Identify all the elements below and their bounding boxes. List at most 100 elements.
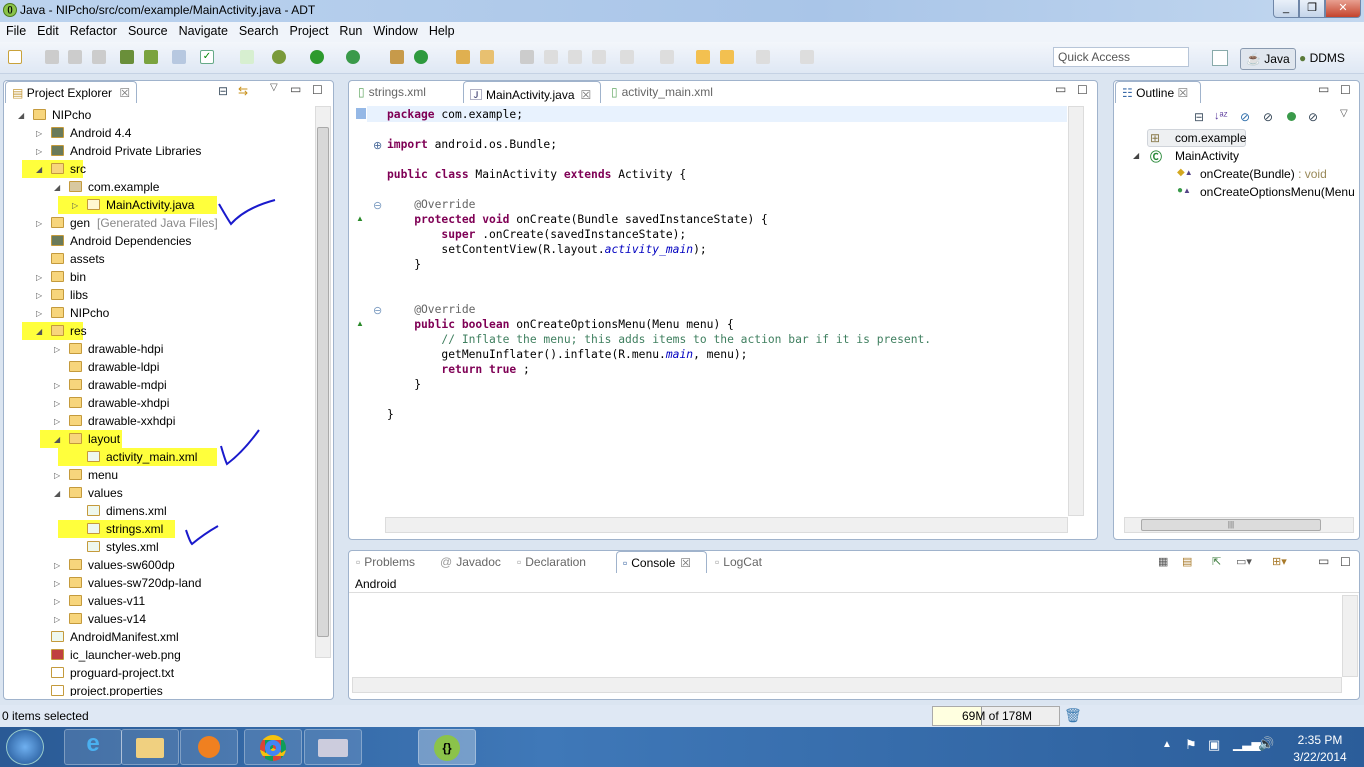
next-annotation-icon[interactable] bbox=[620, 50, 634, 64]
clear-console-icon[interactable]: ▦ bbox=[1158, 555, 1168, 568]
collapsed-twisty-icon[interactable]: ▷ bbox=[54, 467, 60, 485]
expanded-twisty-icon[interactable]: ◢ bbox=[1133, 151, 1139, 160]
outline-minimize-icon[interactable]: ▭ bbox=[1318, 82, 1329, 96]
open-console-icon[interactable]: ⊞▾ bbox=[1272, 555, 1287, 568]
editor-vertical-scrollbar[interactable] bbox=[1068, 106, 1084, 516]
tree-item[interactable]: AndroidManifest.xml bbox=[4, 628, 314, 646]
open-perspective-icon[interactable] bbox=[1212, 50, 1228, 66]
tree-item[interactable]: ◢ com.example bbox=[4, 178, 314, 196]
view-menu-icon[interactable]: ▽ bbox=[1340, 108, 1348, 119]
tree-item[interactable]: ▷ values-sw720dp-land bbox=[4, 574, 314, 592]
adt-taskbar-icon[interactable]: {} bbox=[418, 729, 476, 765]
collapsed-twisty-icon[interactable]: ▷ bbox=[36, 143, 42, 161]
tab-activity_main-xml[interactable]: ▯ activity_main.xml bbox=[605, 81, 754, 103]
tab-project-explorer[interactable]: ▤ Project Explorer ☒ bbox=[5, 81, 137, 103]
new-icon[interactable] bbox=[8, 50, 22, 64]
tree-item[interactable]: ◢ layout bbox=[4, 430, 314, 448]
collapsed-twisty-icon[interactable]: ▷ bbox=[36, 269, 42, 287]
tree-item[interactable]: ◢ values bbox=[4, 484, 314, 502]
collapsed-twisty-icon[interactable]: ▷ bbox=[54, 575, 60, 593]
debug-icon[interactable] bbox=[272, 50, 286, 64]
tab-problems[interactable]: ▫ Problems bbox=[350, 551, 432, 573]
perspective-ddms[interactable]: ● DDMS bbox=[1294, 48, 1350, 70]
tree-item[interactable]: ▷ drawable-hdpi bbox=[4, 340, 314, 358]
heap-status[interactable]: 69M of 178M bbox=[932, 706, 1060, 726]
keyboard-taskbar-icon[interactable] bbox=[304, 729, 362, 765]
expand-import-icon[interactable]: ⊕ bbox=[373, 139, 382, 152]
print-icon[interactable] bbox=[92, 50, 106, 64]
hide-fields-icon[interactable]: ⊘ bbox=[1240, 110, 1250, 124]
collapsed-twisty-icon[interactable]: ▷ bbox=[54, 557, 60, 575]
tab-mainactivity-java[interactable]: 🄹 MainActivity.java ☒ bbox=[463, 81, 601, 103]
tab-strings-xml[interactable]: ▯ strings.xml bbox=[352, 81, 459, 103]
collapsed-twisty-icon[interactable]: ▷ bbox=[54, 413, 60, 431]
run-icon[interactable] bbox=[310, 50, 324, 64]
collapsed-twisty-icon[interactable]: ▷ bbox=[54, 611, 60, 629]
editor-horizontal-scrollbar[interactable] bbox=[385, 517, 1068, 533]
menu-run[interactable]: Run bbox=[333, 22, 367, 38]
expanded-twisty-icon[interactable]: ◢ bbox=[18, 107, 24, 125]
menu-edit[interactable]: Edit bbox=[31, 22, 64, 38]
tree-item[interactable]: styles.xml bbox=[4, 538, 314, 556]
fold-icon[interactable]: ⊖ bbox=[373, 304, 382, 317]
expanded-twisty-icon[interactable]: ◢ bbox=[36, 161, 42, 179]
outline-item-method[interactable]: onCreate(Bundle) : void bbox=[1200, 167, 1327, 181]
tree-item[interactable]: ▷ values-v14 bbox=[4, 610, 314, 628]
pin-editor-icon[interactable] bbox=[800, 50, 814, 64]
external-tools-icon[interactable] bbox=[346, 50, 360, 64]
hide-non-public-icon[interactable] bbox=[1287, 112, 1296, 121]
tree-item[interactable]: ◢ NIPcho bbox=[4, 106, 314, 124]
close-icon[interactable]: ☒ bbox=[680, 556, 691, 570]
tree-item[interactable]: ▷ values-v11 bbox=[4, 592, 314, 610]
open-type-icon[interactable] bbox=[456, 50, 470, 64]
new-android-xml-icon[interactable] bbox=[240, 50, 254, 64]
media-player-taskbar-icon[interactable] bbox=[180, 729, 238, 765]
annotation-icon[interactable] bbox=[544, 50, 558, 64]
expanded-twisty-icon[interactable]: ◢ bbox=[54, 431, 60, 449]
save-all-icon[interactable] bbox=[68, 50, 82, 64]
previous-annotation-icon[interactable] bbox=[660, 50, 674, 64]
tree-item[interactable]: project.properties bbox=[4, 682, 314, 696]
close-button[interactable]: ✕ bbox=[1325, 0, 1361, 18]
hide-static-icon[interactable]: ⊘ bbox=[1263, 110, 1273, 124]
tree-item[interactable]: ▷ Android Private Libraries bbox=[4, 142, 314, 160]
maximize-icon[interactable]: ☐ bbox=[312, 83, 323, 97]
chrome-taskbar-icon[interactable] bbox=[244, 729, 302, 765]
last-edit-icon[interactable] bbox=[696, 50, 710, 64]
outline-item-method[interactable]: onCreateOptionsMenu(Menu bbox=[1200, 185, 1355, 199]
close-icon[interactable]: ☒ bbox=[581, 88, 592, 102]
collapsed-twisty-icon[interactable]: ▷ bbox=[36, 305, 42, 323]
collapsed-twisty-icon[interactable]: ▷ bbox=[36, 215, 42, 233]
close-icon[interactable]: ☒ bbox=[1177, 86, 1188, 100]
tree-item[interactable]: strings.xml bbox=[4, 520, 314, 538]
tree-item[interactable]: ▷ drawable-xhdpi bbox=[4, 394, 314, 412]
expanded-twisty-icon[interactable]: ◢ bbox=[54, 179, 60, 197]
network-icon[interactable]: ▁▃▅ bbox=[1233, 737, 1261, 751]
tab-outline[interactable]: ☷ Outline ☒ bbox=[1115, 81, 1201, 103]
sdk-manager-icon[interactable] bbox=[120, 50, 134, 64]
collapse-all-icon[interactable]: ⊟ bbox=[1194, 110, 1204, 124]
tree-item[interactable]: ▷ drawable-mdpi bbox=[4, 376, 314, 394]
tree-item[interactable]: ic_launcher-web.png bbox=[4, 646, 314, 664]
pin-console-icon[interactable]: ⇱ bbox=[1212, 555, 1221, 568]
tab-declaration[interactable]: ▫ Declaration bbox=[511, 551, 614, 573]
outline-horizontal-scrollbar[interactable]: ||| bbox=[1124, 517, 1354, 533]
expanded-twisty-icon[interactable]: ◢ bbox=[36, 323, 42, 341]
lint-icon[interactable] bbox=[172, 50, 186, 64]
quick-access-input[interactable]: Quick Access bbox=[1053, 47, 1189, 67]
checkbox-icon[interactable]: ✓ bbox=[200, 50, 214, 64]
collapsed-twisty-icon[interactable]: ▷ bbox=[54, 341, 60, 359]
editor-maximize-icon[interactable]: ☐ bbox=[1077, 83, 1088, 97]
file-explorer-taskbar-icon[interactable] bbox=[121, 729, 179, 765]
menu-source[interactable]: Source bbox=[122, 22, 173, 38]
hide-local-types-icon[interactable]: ⊘ bbox=[1308, 110, 1318, 124]
collapsed-twisty-icon[interactable]: ▷ bbox=[36, 125, 42, 143]
collapse-all-icon[interactable]: ⊟ bbox=[218, 84, 228, 98]
tab-logcat[interactable]: ▫ LogCat bbox=[709, 551, 777, 573]
new-class-icon[interactable] bbox=[414, 50, 428, 64]
tree-item[interactable]: ▷ bin bbox=[4, 268, 314, 286]
scrollbar-thumb[interactable]: ||| bbox=[1141, 519, 1321, 531]
tab-console[interactable]: ▫ Console ☒ bbox=[616, 551, 707, 573]
collapsed-twisty-icon[interactable]: ▷ bbox=[36, 287, 42, 305]
minimize-button[interactable]: _ bbox=[1273, 0, 1299, 18]
